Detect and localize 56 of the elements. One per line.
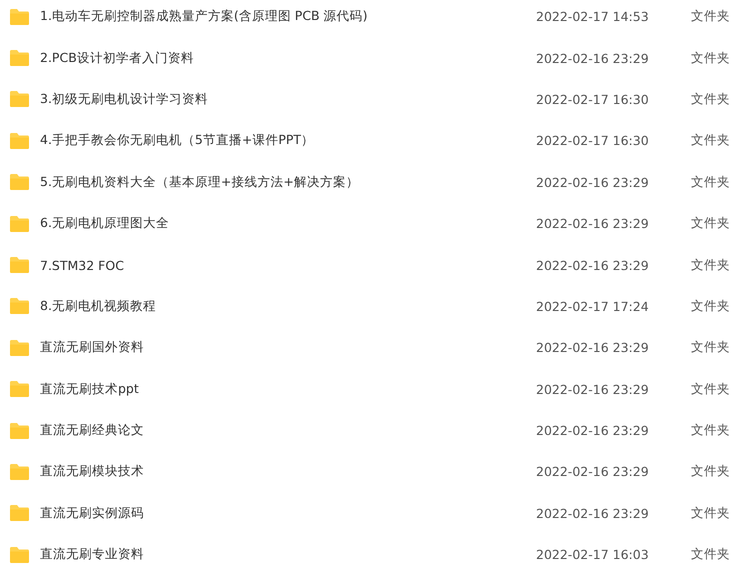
modified-date: 2022-02-17 17:24 <box>536 298 650 314</box>
modified-date: 2022-02-16 23:29 <box>536 464 650 480</box>
folder-icon <box>9 380 30 398</box>
folder-name[interactable]: 7.STM32 FOC <box>40 258 520 273</box>
file-type: 文件夹 <box>691 339 730 356</box>
file-type: 文件夹 <box>691 463 730 480</box>
file-type: 文件夹 <box>691 215 730 232</box>
folder-name[interactable]: 6.无刷电机原理图大全 <box>40 215 520 232</box>
folder-icon <box>9 422 30 440</box>
folder-name[interactable]: 1.电动车无刷控制器成熟量产方案(含原理图 PCB 源代码) <box>40 8 520 26</box>
folder-name[interactable]: 直流无刷技术ppt <box>40 380 520 398</box>
folder-icon <box>9 338 30 357</box>
file-type: 文件夹 <box>691 50 730 67</box>
file-type: 文件夹 <box>691 90 730 108</box>
folder-icon <box>9 504 30 522</box>
modified-date: 2022-02-16 23:29 <box>536 174 650 190</box>
folder-name[interactable]: 3.初级无刷电机设计学习资料 <box>40 90 520 108</box>
folder-icon <box>9 132 30 150</box>
folder-icon <box>9 90 30 108</box>
folder-icon <box>9 462 30 481</box>
file-type: 文件夹 <box>691 422 730 440</box>
folder-icon <box>9 546 30 564</box>
file-type: 文件夹 <box>691 298 730 315</box>
folder-name[interactable]: 2.PCB设计初学者入门资料 <box>40 50 520 67</box>
modified-date: 2022-02-17 16:30 <box>536 133 650 148</box>
folder-name[interactable]: 4.手把手教会你无刷电机（5节直播+课件PPT） <box>40 132 520 150</box>
modified-date: 2022-02-17 14:53 <box>536 9 650 24</box>
folder-icon <box>9 173 30 192</box>
file-type: 文件夹 <box>691 380 730 398</box>
modified-date: 2022-02-16 23:29 <box>536 216 650 232</box>
folder-icon <box>9 214 30 233</box>
folder-icon <box>9 256 30 274</box>
file-type: 文件夹 <box>691 174 730 191</box>
modified-date: 2022-02-16 23:29 <box>536 340 650 356</box>
modified-date: 2022-02-16 23:29 <box>536 423 650 438</box>
folder-icon <box>9 49 30 68</box>
modified-date: 2022-02-16 23:29 <box>536 382 650 397</box>
folder-name[interactable]: 直流无刷模块技术 <box>40 463 520 480</box>
folder-name[interactable]: 直流无刷经典论文 <box>40 422 520 440</box>
modified-date: 2022-02-17 16:03 <box>536 547 650 562</box>
file-type: 文件夹 <box>691 8 730 26</box>
folder-name[interactable]: 5.无刷电机资料大全（基本原理+接线方法+解决方案） <box>40 174 520 191</box>
folder-name[interactable]: 直流无刷国外资料 <box>40 339 520 356</box>
file-type: 文件夹 <box>691 132 730 150</box>
folder-name[interactable]: 直流无刷实例源码 <box>40 504 520 522</box>
modified-date: 2022-02-16 23:29 <box>536 50 650 66</box>
file-type: 文件夹 <box>691 546 730 564</box>
file-type: 文件夹 <box>691 256 730 274</box>
folder-icon <box>9 297 30 316</box>
folder-name[interactable]: 8.无刷电机视频教程 <box>40 298 520 315</box>
modified-date: 2022-02-17 16:30 <box>536 92 650 107</box>
modified-date: 2022-02-16 23:29 <box>536 506 650 521</box>
file-type: 文件夹 <box>691 504 730 522</box>
folder-name[interactable]: 直流无刷专业资料 <box>40 546 520 564</box>
modified-date: 2022-02-16 23:29 <box>536 258 650 273</box>
folder-icon <box>9 8 30 26</box>
